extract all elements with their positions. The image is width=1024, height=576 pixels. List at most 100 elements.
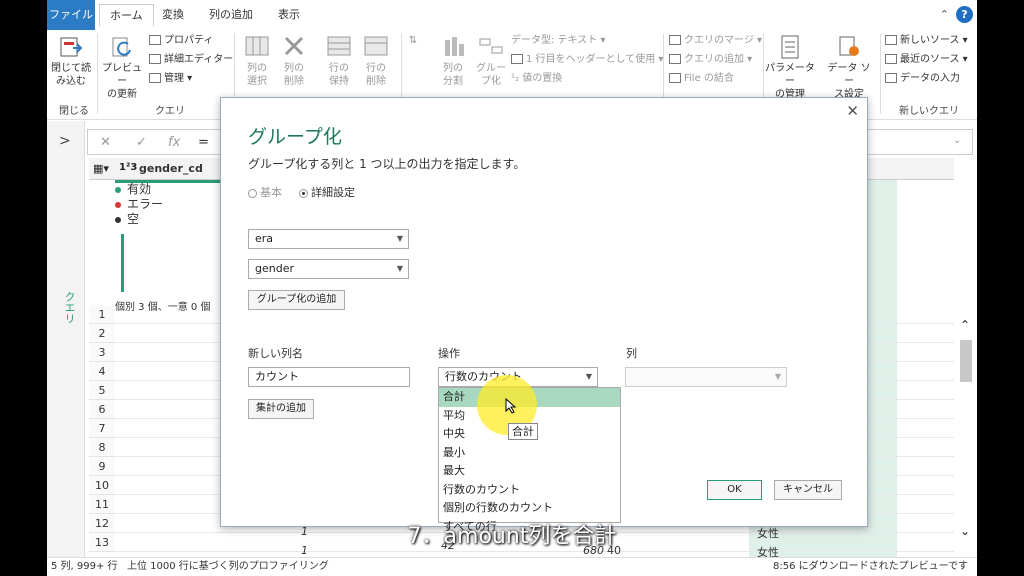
operation-option-min[interactable]: 最小: [439, 444, 620, 463]
row-number[interactable]: 7: [89, 419, 115, 438]
remove-columns-label: 列の 削除: [284, 63, 304, 87]
row-number[interactable]: 4: [89, 362, 115, 381]
parameters-button[interactable]: パラメーター の管理: [765, 34, 815, 101]
close-load-button[interactable]: 閉じて読 み込む: [49, 34, 93, 88]
choose-columns-label: 列の 選択: [247, 63, 267, 87]
chevron-down-icon: ▼: [585, 372, 592, 381]
profile-valid-label: 有効: [127, 182, 152, 196]
scroll-thumb[interactable]: [960, 340, 972, 382]
dialog-title: グループ化: [248, 126, 342, 148]
operation-option-count-rows[interactable]: 行数のカウント: [439, 481, 620, 500]
group-column-2-dropdown[interactable]: gender ▼: [248, 259, 409, 279]
ok-button[interactable]: OK: [707, 480, 762, 500]
merge-icon: [669, 35, 681, 45]
add-grouping-button[interactable]: グループ化の追加: [248, 290, 345, 310]
radio-advanced[interactable]: 詳細設定: [299, 184, 355, 200]
add-aggregation-button[interactable]: 集計の追加: [248, 399, 314, 419]
group-column-1-dropdown[interactable]: era ▼: [248, 229, 409, 249]
check-icon[interactable]: ✓: [136, 135, 147, 150]
group-column-1-value: era: [255, 232, 274, 245]
header-icon: [511, 54, 523, 64]
new-column-input[interactable]: カウント: [248, 367, 410, 387]
replace-values-button[interactable]: ¹₂ 値の置換: [511, 72, 562, 85]
data-type-dropdown[interactable]: データ型: テキスト ▾: [511, 34, 605, 47]
operation-option-max[interactable]: 最大: [439, 462, 620, 481]
group-column-2-value: gender: [255, 262, 294, 275]
profile-error: エラー: [115, 197, 235, 212]
file-icon: [669, 73, 681, 83]
status-rowcount: 5 列, 999+ 行: [51, 561, 118, 572]
advanced-editor-button[interactable]: 詳細エディター: [149, 53, 233, 66]
merge-queries-label: クエリのマージ: [684, 35, 754, 46]
profile-empty-label: 空: [127, 212, 140, 226]
data-source-settings-button[interactable]: データ ソー ス設定: [825, 34, 873, 101]
remove-rows-button[interactable]: 行の 削除: [358, 34, 394, 88]
recent-sources-button[interactable]: 最近のソース ▾: [885, 53, 968, 66]
column-label: 列: [626, 347, 637, 360]
operation-option-count-distinct[interactable]: 個別の行数のカウント: [439, 499, 620, 518]
help-icon[interactable]: ?: [956, 6, 973, 23]
cancel-button[interactable]: キャンセル: [774, 480, 842, 500]
row-number[interactable]: 10: [89, 476, 115, 495]
row-number[interactable]: 8: [89, 438, 115, 457]
row-number[interactable]: 3: [89, 343, 115, 362]
cancel-icon[interactable]: ✕: [100, 135, 111, 150]
radio-basic[interactable]: 基本: [248, 184, 282, 200]
remove-columns-button[interactable]: 列の 削除: [276, 34, 312, 88]
properties-label: プロパティ: [164, 35, 214, 46]
first-row-header-button[interactable]: 1 行目をヘッダーとして使用 ▾: [511, 53, 663, 66]
row-number[interactable]: 11: [89, 495, 115, 514]
tab-view[interactable]: 表示: [278, 4, 300, 26]
properties-button[interactable]: プロパティ: [149, 34, 213, 47]
append-queries-button[interactable]: クエリの追加 ▾: [669, 53, 752, 66]
new-source-button[interactable]: 新しいソース ▾: [885, 34, 968, 47]
combine-files-button[interactable]: File の結合: [669, 72, 734, 85]
sort-icon[interactable]: ⇅: [405, 34, 421, 47]
formula-text[interactable]: =: [198, 135, 209, 150]
row-number[interactable]: 9: [89, 457, 115, 476]
close-icon[interactable]: ✕: [846, 102, 859, 120]
status-profiling[interactable]: 上位 1000 行に基づく列のプロファイリング: [127, 558, 329, 576]
row-number[interactable]: 2: [89, 324, 115, 343]
remove-rows-label: 行の 削除: [366, 63, 386, 87]
table-icon[interactable]: ▦▾: [93, 162, 109, 175]
chevron-down-icon: ▼: [774, 372, 781, 381]
tab-home[interactable]: ホーム: [99, 4, 154, 26]
empty-dot-icon: [115, 216, 121, 223]
expand-pane-icon[interactable]: >: [59, 133, 71, 149]
collapse-ribbon-icon[interactable]: ⌃: [940, 8, 949, 21]
remove-columns-icon: [284, 36, 304, 56]
radio-basic-icon: [248, 188, 257, 198]
tab-transform[interactable]: 変換: [162, 4, 184, 26]
group-by-button[interactable]: グルー プ化: [473, 34, 509, 88]
enter-data-button[interactable]: データの入力: [885, 72, 960, 85]
split-column-button[interactable]: 列の 分割: [435, 34, 471, 88]
row-number[interactable]: 6: [89, 400, 115, 419]
row-number[interactable]: 1: [89, 305, 115, 324]
query-pane-label[interactable]: クエリ: [53, 291, 77, 324]
scroll-up-icon[interactable]: ⌃: [960, 318, 970, 332]
type-badge[interactable]: 1²3: [119, 162, 137, 173]
radio-advanced-icon: [299, 188, 308, 198]
column-profile: 有効 エラー 空 個別 3 個、一意 0 個: [115, 182, 235, 313]
vertical-scrollbar[interactable]: ⌃ ⌄: [957, 310, 975, 550]
close-load-icon: [60, 37, 83, 57]
chevron-down-icon[interactable]: ⌄: [953, 135, 961, 146]
column-name[interactable]: gender_cd: [139, 162, 203, 175]
dialog-description: グループ化する列と 1 つ以上の出力を指定します。: [248, 157, 526, 171]
data-source-settings-label: データ ソー ス設定: [827, 63, 871, 100]
profile-empty: 空: [115, 212, 235, 227]
refresh-preview-button[interactable]: プレビュー の更新: [99, 34, 145, 101]
column-dropdown[interactable]: ▼: [625, 367, 787, 387]
fx-icon[interactable]: fx: [168, 135, 180, 150]
remove-rows-icon: [364, 36, 388, 56]
manage-button[interactable]: 管理 ▾: [149, 72, 192, 85]
group-label-query: クエリ: [155, 106, 185, 117]
merge-queries-button[interactable]: クエリのマージ ▾: [669, 34, 762, 47]
choose-columns-button[interactable]: 列の 選択: [239, 34, 275, 88]
tab-file[interactable]: ファイル: [47, 0, 95, 30]
row-number[interactable]: 5: [89, 381, 115, 400]
tab-add-column[interactable]: 列の追加: [209, 4, 253, 26]
keep-rows-button[interactable]: 行の 保持: [321, 34, 357, 88]
new-source-label: 新しいソース: [900, 35, 960, 46]
